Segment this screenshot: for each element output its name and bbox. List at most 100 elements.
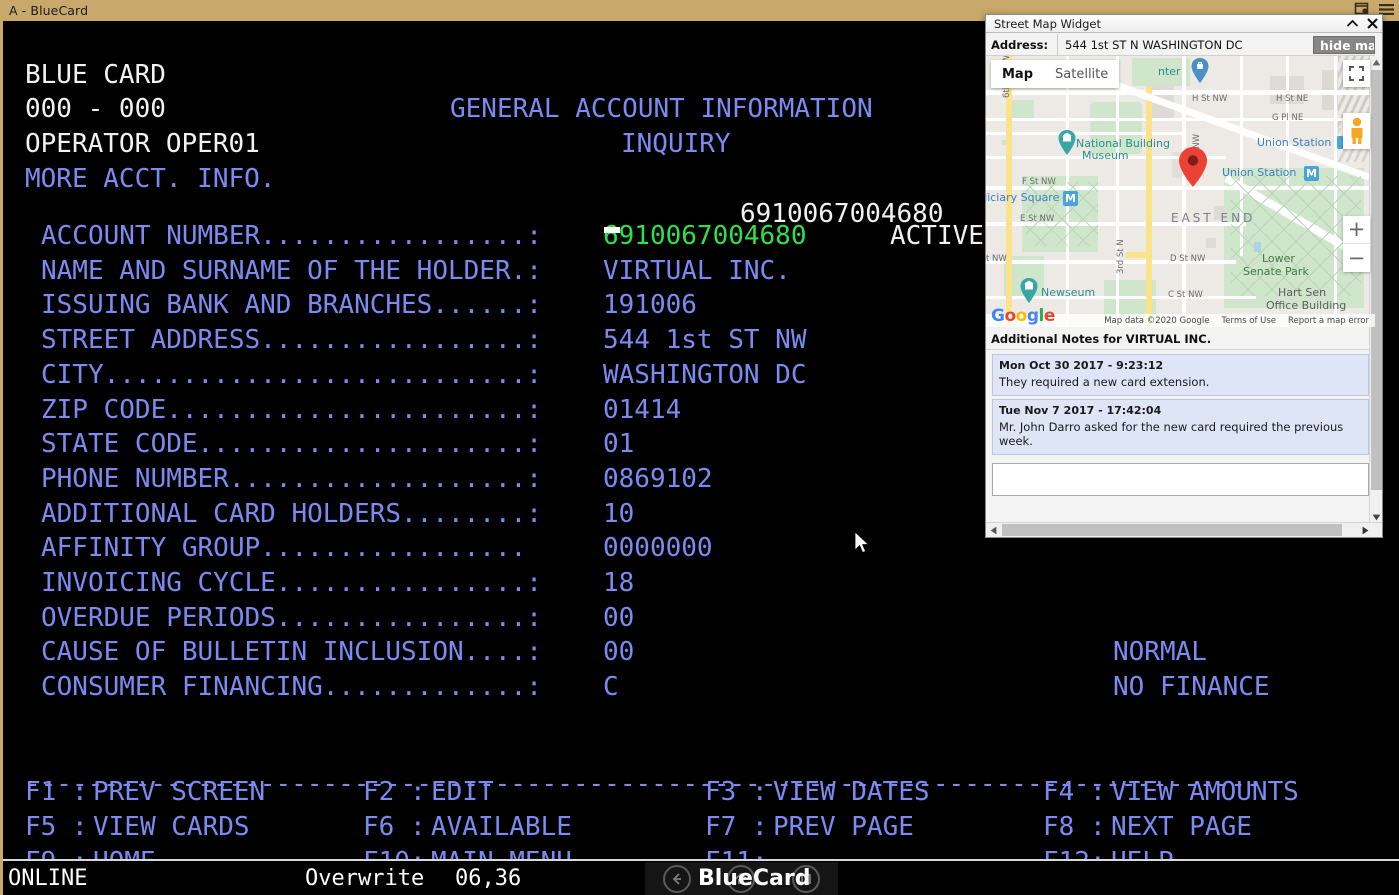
map-label-street: 3rd St N xyxy=(1116,239,1126,274)
vertical-scrollbar-thumb[interactable] xyxy=(1371,70,1382,490)
map-label-transit: Union Station xyxy=(1257,136,1332,149)
field-value[interactable]: C xyxy=(603,670,619,705)
map-label-transit: Union Station xyxy=(1222,166,1297,179)
map-road xyxy=(1116,56,1119,327)
function-key-action[interactable]: EDIT xyxy=(431,775,494,810)
poi-pin-icon[interactable] xyxy=(1058,130,1076,160)
terminal-field-row: CONSUMER FINANCING.............: C NO FINA… xyxy=(3,670,1399,705)
field-label: STREET ADDRESS.................: xyxy=(41,325,542,356)
function-key-name: F8 : xyxy=(1043,812,1106,842)
map-highway xyxy=(1146,86,1152,327)
map-park-paths xyxy=(1231,176,1361,296)
terminal-field-row: INVOICING CYCLE................: 18 xyxy=(3,566,1399,601)
fullscreen-icon[interactable] xyxy=(1343,60,1370,87)
field-label: INVOICING CYCLE................: xyxy=(41,568,542,598)
map-label-street: H St NW xyxy=(1192,94,1228,104)
field-value[interactable]: 191006 xyxy=(603,288,697,323)
back-icon[interactable] xyxy=(663,864,692,893)
street-view-pegman-icon[interactable] xyxy=(1343,113,1370,149)
function-key-name: F5 : xyxy=(25,812,88,842)
zoom-out-button[interactable]: − xyxy=(1343,244,1370,272)
scroll-left-arrow-icon[interactable] xyxy=(986,523,1001,537)
field-value[interactable]: 6910067004680 xyxy=(603,219,807,254)
android-navigation-bar xyxy=(645,862,838,895)
zoom-in-button[interactable]: + xyxy=(1343,216,1370,244)
field-label: ACCOUNT NUMBER.................: xyxy=(41,221,542,251)
home-icon[interactable] xyxy=(727,864,756,893)
report-map-error-link[interactable]: Report a map error xyxy=(1282,316,1375,326)
recents-icon[interactable] xyxy=(791,864,820,893)
map-widget-titlebar: Street Map Widget xyxy=(986,15,1382,33)
address-row: Address: 544 1st ST N WASHINGTON DC hide… xyxy=(986,33,1375,56)
map-label-street: G Pl NE xyxy=(1272,113,1304,123)
function-key-action[interactable]: VIEW DATES xyxy=(773,775,930,810)
map-label-area: EAST END xyxy=(1171,211,1256,225)
text-cursor xyxy=(604,227,620,233)
hide-map-button[interactable]: hide map xyxy=(1313,36,1375,54)
map-type-satellite[interactable]: Satellite xyxy=(1044,60,1119,88)
field-value[interactable]: 01414 xyxy=(603,393,681,428)
map-road xyxy=(986,132,1186,135)
function-key-name: F1 : xyxy=(25,777,88,807)
close-icon[interactable] xyxy=(1367,17,1378,31)
notes-header: Additional Notes for VIRTUAL INC. xyxy=(986,328,1375,350)
terminal-field-row: CAUSE OF BULLETIN INCLUSION....: 00 NORMAL xyxy=(3,635,1399,670)
horizontal-scrollbar[interactable] xyxy=(986,522,1382,537)
field-status-text: NORMAL xyxy=(1113,637,1207,668)
status-connection: ONLINE xyxy=(8,866,88,891)
street-map-widget[interactable]: Street Map Widget Address: 544 1st ST N … xyxy=(985,14,1383,538)
field-label: ISSUING BANK AND BRANCHES......: xyxy=(41,290,542,321)
function-key-action[interactable]: VIEW AMOUNTS xyxy=(1111,775,1299,810)
note-text: Mr. John Darro asked for the new card re… xyxy=(999,420,1344,448)
function-key-action[interactable]: VIEW CARDS xyxy=(93,810,250,845)
map-label-poi: Newseum xyxy=(1041,286,1096,299)
field-value[interactable]: 544 1st ST NW xyxy=(603,323,807,358)
map-label-street: t NW xyxy=(986,254,1007,264)
poi-pin-icon[interactable] xyxy=(1191,58,1209,88)
map-type-control[interactable]: Map Satellite xyxy=(991,60,1120,88)
horizontal-scrollbar-thumb[interactable] xyxy=(1002,524,1342,536)
function-key-action[interactable]: PREV PAGE xyxy=(773,810,914,845)
notes-list: Mon Oct 30 2017 - 9:23:12 They required … xyxy=(986,351,1375,496)
function-key-action[interactable]: PREV SCREEN xyxy=(93,775,265,810)
field-value[interactable]: 18 xyxy=(603,566,634,601)
terms-of-use-link[interactable]: Terms of Use xyxy=(1216,316,1283,326)
scroll-right-arrow-icon[interactable] xyxy=(1358,523,1373,537)
collapse-icon[interactable] xyxy=(1346,18,1359,30)
field-status-text: NO FINANCE xyxy=(1113,672,1270,703)
field-label: CONSUMER FINANCING.............: xyxy=(41,672,542,703)
new-note-input[interactable] xyxy=(992,463,1369,496)
field-label: ZIP CODE.......................: xyxy=(41,394,542,425)
field-value[interactable]: 00 xyxy=(603,601,634,636)
field-value[interactable]: WASHINGTON DC xyxy=(603,358,807,393)
function-key-action[interactable]: AVAILABLE xyxy=(431,810,572,845)
poi-pin-icon[interactable] xyxy=(1020,278,1038,308)
note-date: Tue Nov 7 2017 - 17:42:04 xyxy=(999,404,1162,417)
map-label-poi: Museum xyxy=(1082,149,1129,162)
scroll-up-arrow-icon[interactable] xyxy=(1370,56,1382,69)
function-key-action[interactable]: NEXT PAGE xyxy=(1111,810,1252,845)
map-road xyxy=(986,90,1375,95)
field-value[interactable]: 0000000 xyxy=(603,531,713,566)
note-item[interactable]: Mon Oct 30 2017 - 9:23:12 They required … xyxy=(992,354,1369,396)
map-type-map[interactable]: Map xyxy=(991,60,1044,88)
map-widget-window-controls xyxy=(1346,15,1378,33)
map-label-street: C St NW xyxy=(1168,290,1203,300)
field-value[interactable]: 10 xyxy=(603,497,634,532)
function-key-row: F1 : PREV SCREEN F2 : EDIT F3 : VIEW DATES F4 … xyxy=(3,775,1399,810)
field-status-text: ACTIVE xyxy=(890,221,984,251)
note-item[interactable]: Tue Nov 7 2017 - 17:42:04 Mr. John Darro… xyxy=(992,399,1369,455)
term-screen-name: MORE ACCT. INFO. xyxy=(25,163,276,194)
field-value[interactable]: 01 xyxy=(603,427,634,462)
note-date: Mon Oct 30 2017 - 9:23:12 xyxy=(999,359,1164,372)
field-value[interactable]: VIRTUAL INC. xyxy=(603,254,791,289)
vertical-scrollbar[interactable] xyxy=(1369,56,1382,537)
google-map-canvas[interactable]: 6th St NW F St NW E St NW D St NW C St N… xyxy=(986,56,1375,327)
application-window: A - BlueCard BLUE CARD GENERAL ACCOUNT I… xyxy=(0,0,1399,895)
map-label-street: D St NW xyxy=(1170,254,1206,264)
field-value[interactable]: 0869102 xyxy=(603,462,713,497)
location-marker-icon[interactable] xyxy=(1178,146,1208,192)
map-zoom-control[interactable]: + − xyxy=(1343,216,1370,272)
field-value[interactable]: 00 xyxy=(603,635,634,670)
map-data-credit: Map data ©2020 Google xyxy=(1104,315,1210,326)
